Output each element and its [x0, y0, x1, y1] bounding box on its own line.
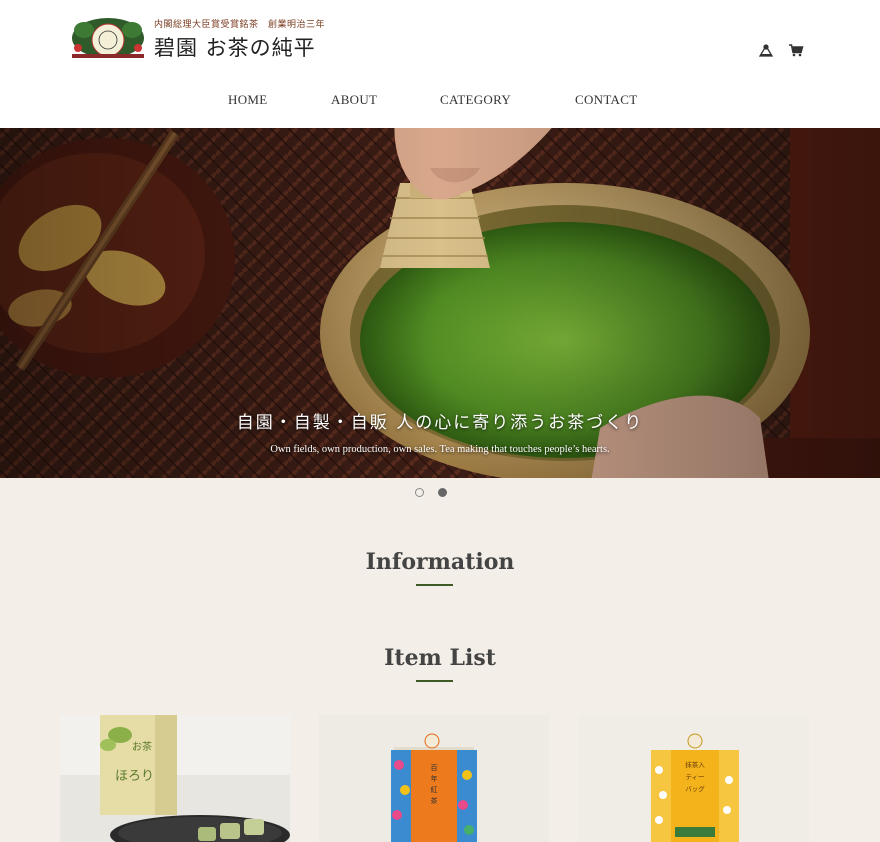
slider-dots — [415, 488, 447, 497]
hero-title: 自園・自製・自販 人の心に寄り添うお茶づくり — [236, 413, 644, 433]
svg-text:ほろり: ほろり — [115, 769, 154, 784]
slider-dot-2[interactable] — [438, 488, 447, 497]
nav-category[interactable]: CATEGORY — [440, 92, 511, 108]
svg-text:抹茶入: 抹茶入 — [685, 760, 705, 769]
item-card-2[interactable]: 百 年 紅 茶 — [319, 715, 549, 842]
site-header: 内閣総理大臣賞受賞銘茶 創業明治三年 碧園 お茶の純平 HOME ABOUT C… — [0, 0, 880, 128]
information-underline — [416, 584, 453, 586]
product-image-matcha-sweets: お茶 ほろり — [60, 715, 290, 842]
item-list-heading: Item List — [384, 645, 496, 671]
information-heading: Information — [365, 549, 515, 575]
svg-text:紅: 紅 — [431, 785, 438, 794]
logo-emblem-icon — [72, 18, 144, 58]
cart-icon[interactable] — [788, 42, 804, 58]
site-logo[interactable]: 内閣総理大臣賞受賞銘茶 創業明治三年 碧園 お茶の純平 — [70, 14, 325, 62]
product-image-yellow-tea: 抹茶入 ティー バッグ — [579, 715, 809, 842]
hero-slider[interactable]: 自園・自製・自販 人の心に寄り添うお茶づくり Own fields, own p… — [0, 128, 880, 478]
hero-subtitle: Own fields, own production, own sales. T… — [270, 444, 610, 455]
svg-text:茶: 茶 — [431, 796, 438, 805]
nav-contact[interactable]: CONTACT — [575, 92, 637, 108]
item-list-underline — [416, 680, 453, 682]
svg-text:お茶: お茶 — [132, 740, 152, 753]
item-card-1[interactable]: お茶 ほろり — [60, 715, 290, 842]
account-icon[interactable] — [758, 42, 774, 58]
svg-text:ティー: ティー — [685, 773, 704, 781]
nav-about[interactable]: ABOUT — [331, 92, 377, 108]
logo-name: 碧園 お茶の純平 — [154, 36, 316, 60]
slider-dot-1[interactable] — [415, 488, 424, 497]
item-card-3[interactable]: 抹茶入 ティー バッグ — [579, 715, 809, 842]
nav-home[interactable]: HOME — [228, 92, 267, 108]
logo-tagline: 内閣総理大臣賞受賞銘茶 創業明治三年 — [154, 20, 326, 30]
svg-text:年: 年 — [431, 774, 438, 783]
product-image-orange-tea: 百 年 紅 茶 — [319, 715, 549, 842]
header-icons — [758, 42, 804, 58]
svg-text:百: 百 — [431, 764, 438, 772]
main-nav: HOME ABOUT CATEGORY CONTACT — [0, 92, 880, 112]
svg-text:バッグ: バッグ — [685, 784, 705, 793]
